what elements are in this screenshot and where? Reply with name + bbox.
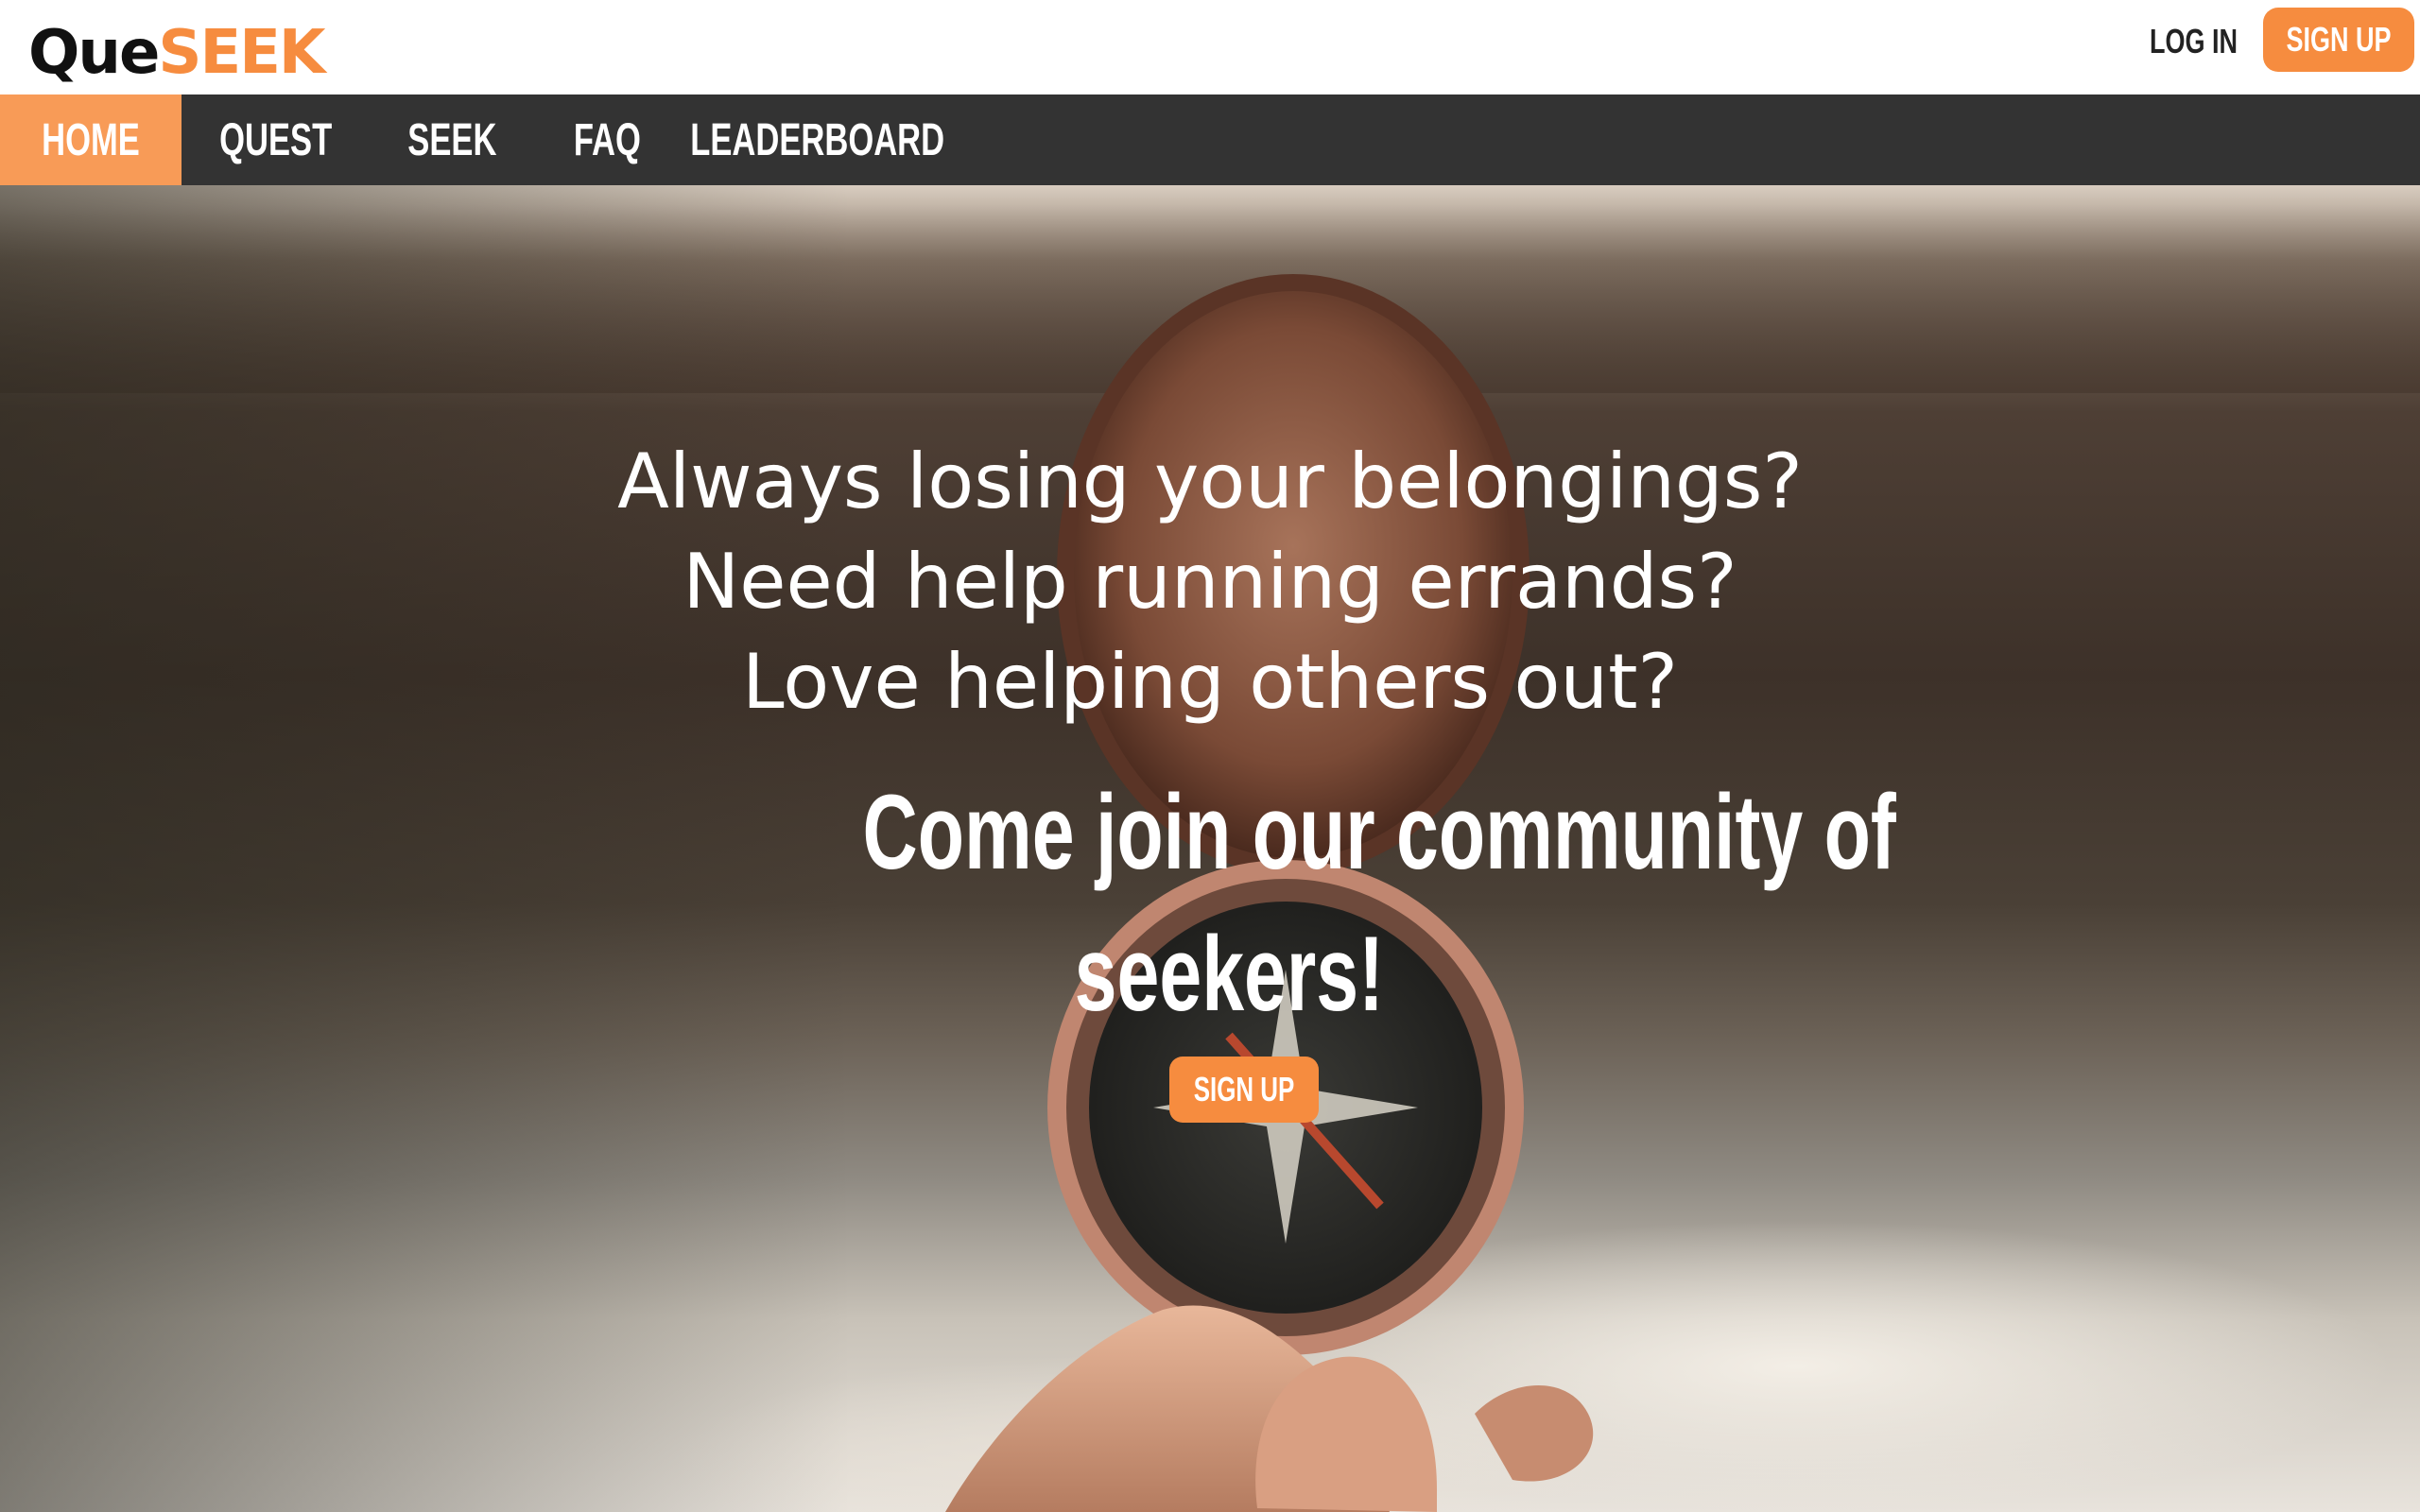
queseek-logo[interactable]: Que SEEK [28, 18, 326, 88]
finger-shape [1475, 1385, 1594, 1482]
nav-item-label: SEEK [406, 114, 497, 165]
hero-question-3: Love helping others out? [742, 638, 1678, 726]
nav-item-label: QUEST [219, 114, 333, 165]
nav-item-label: LEADERBOARD [690, 114, 945, 165]
nav-item-faq[interactable]: FAQ [533, 94, 681, 185]
logo-seek: SEEK [158, 18, 325, 88]
login-link[interactable]: LOG IN [2150, 19, 2238, 64]
hero-headline-line1: Come join our community of [862, 773, 1896, 891]
signup-hero-label: SIGN UP [1193, 1070, 1295, 1108]
logo-que: Que [28, 18, 160, 88]
hero-section: Always losing your belongings? Need help… [0, 185, 2420, 1512]
hero-question-1: Always losing your belongings? [617, 438, 1803, 525]
nav-item-seek[interactable]: SEEK [371, 94, 533, 185]
signup-header-button[interactable]: SIGN UP [2263, 8, 2414, 72]
hero-question-2: Need help running errands? [683, 538, 1737, 626]
hero-headline-line2: seekers! [1074, 915, 1384, 1033]
signup-header-label: SIGN UP [2286, 20, 2392, 59]
main-nav: HOME QUEST SEEK FAQ LEADERBOARD [0, 94, 2420, 185]
hero-headline: Come join our community of seekers! [662, 762, 1896, 1045]
nav-item-label: FAQ [573, 114, 641, 165]
nav-item-leaderboard[interactable]: LEADERBOARD [681, 94, 955, 185]
nav-item-label: HOME [42, 114, 140, 165]
nav-item-quest[interactable]: QUEST [182, 94, 371, 185]
nav-item-home[interactable]: HOME [0, 94, 182, 185]
signup-hero-button[interactable]: SIGN UP [1169, 1057, 1319, 1123]
top-bar: Que SEEK LOG IN SIGN UP [0, 0, 2420, 94]
